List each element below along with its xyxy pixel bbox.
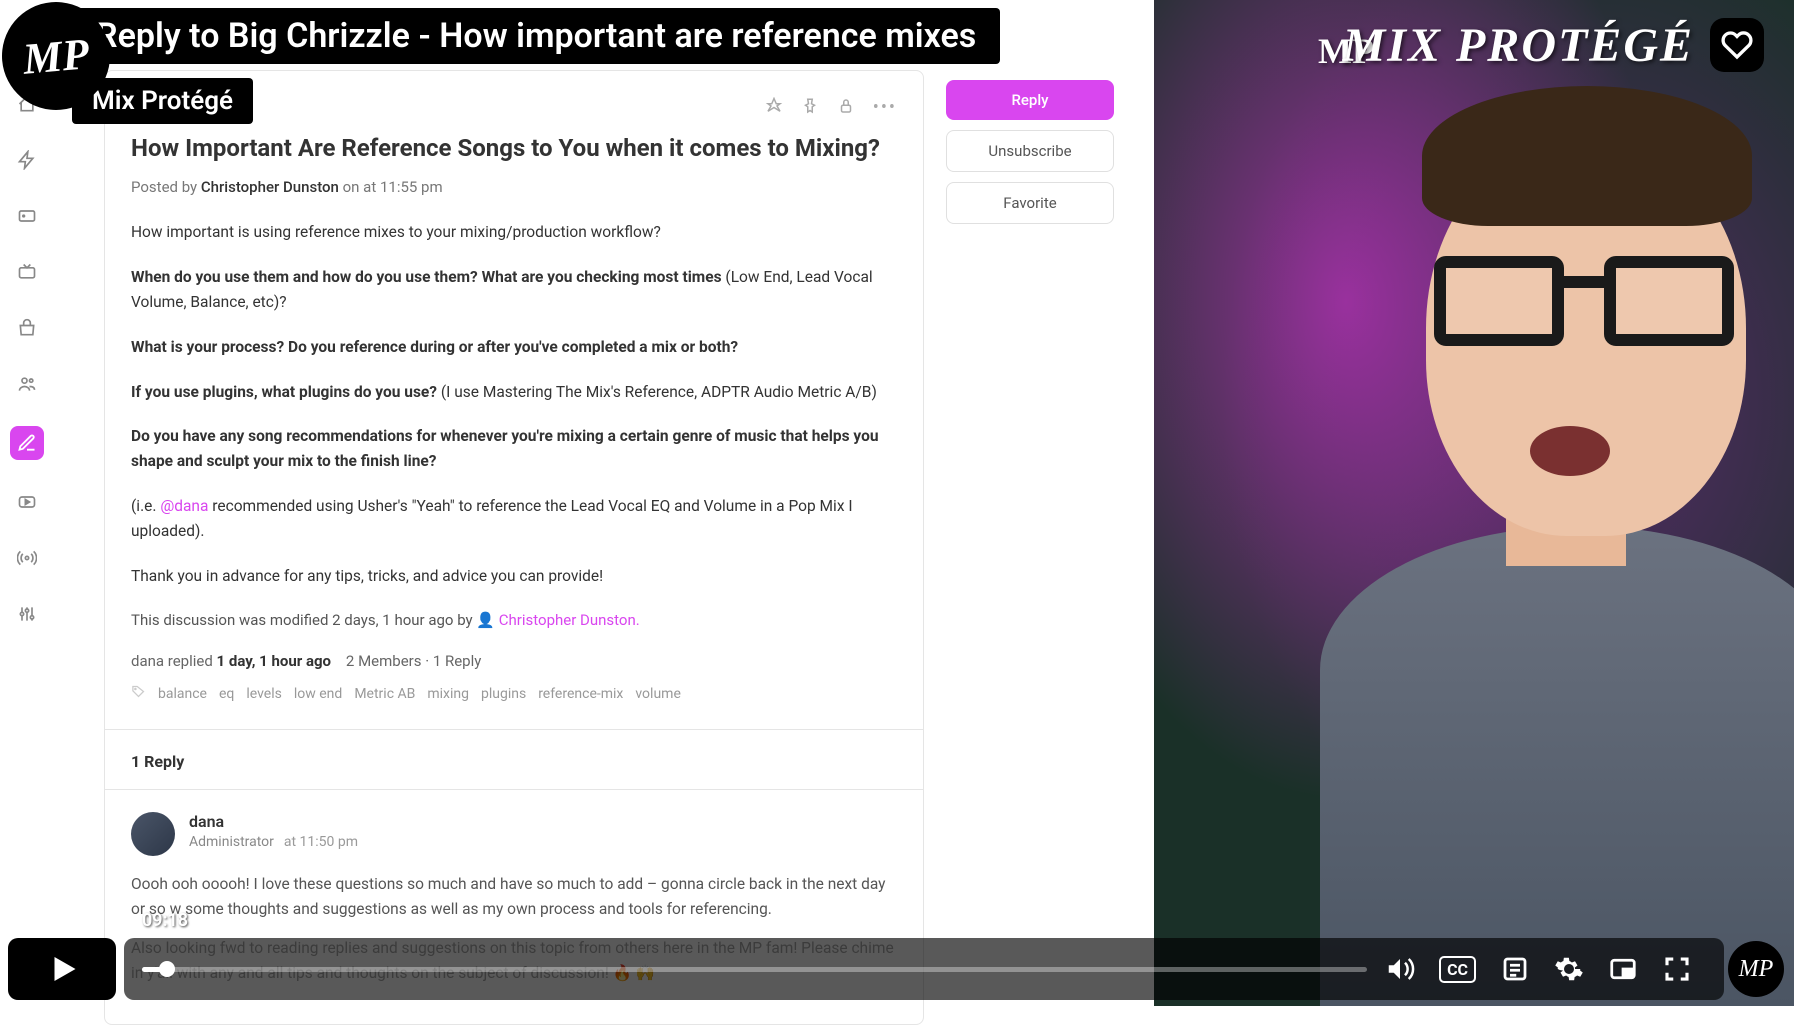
post-author[interactable]: Christopher Dunston [201,178,339,196]
tag[interactable]: volume [635,686,681,702]
pin-icon[interactable] [765,97,783,119]
reply-time: at 11:50 pm [284,834,358,850]
tag[interactable]: mixing [427,686,469,702]
nav-youtube-icon[interactable] [13,488,41,516]
tag[interactable]: balance [158,686,207,702]
nav-shop-icon[interactable] [13,314,41,342]
settings-icon[interactable] [1554,954,1584,984]
reply-role: Administrator [189,834,274,850]
tag[interactable]: Metric AB [354,686,415,702]
video-player-bar: 09:18 CC MP [0,932,1794,1006]
post-body: How important is using reference mixes t… [131,220,897,632]
reply-summary: dana replied 1 day, 1 hour ago 2 Members… [131,652,897,670]
reply-button[interactable]: Reply [946,80,1114,120]
watermark-text: MIX PROTÉGÉ [1343,18,1694,73]
pip-icon[interactable] [1608,954,1638,984]
tag[interactable]: reference-mix [538,686,623,702]
nav-broadcast-icon[interactable] [13,544,41,572]
nav-bolt-icon[interactable] [13,146,41,174]
post-meta: Posted by Christopher Dunston on at 11:5… [131,178,897,196]
tag[interactable]: eq [219,686,234,702]
nav-edit-icon[interactable] [10,426,44,460]
video-title-overlay: Reply to Big Chrizzle - How important ar… [72,8,1000,64]
like-button[interactable] [1710,18,1764,72]
nav-tv-icon[interactable] [13,258,41,286]
unpin-icon[interactable] [801,97,819,119]
player-brand-logo[interactable]: MP [1728,941,1784,997]
post-title: How Important Are Reference Songs to You… [131,132,897,164]
forum-top-actions: ••• [765,97,897,119]
tag-icon [131,684,146,703]
presenter-video [1154,0,1794,1006]
nav-video-icon[interactable] [13,202,41,230]
replies-heading: 1 Reply [131,730,897,789]
tag[interactable]: plugins [481,686,526,702]
lock-icon[interactable] [837,97,855,119]
captions-button[interactable]: CC [1439,956,1476,983]
fullscreen-icon[interactable] [1662,954,1692,984]
avatar[interactable] [131,812,175,856]
play-button[interactable] [8,938,116,1000]
nav-sliders-icon[interactable] [13,600,41,628]
action-column: Reply Unsubscribe Favorite [946,70,1114,1025]
unsubscribe-button[interactable]: Unsubscribe [946,130,1114,172]
mention-link[interactable]: @dana [160,497,208,515]
modified-author-link[interactable]: Christopher Dunston. [499,611,640,629]
progress-bar[interactable] [142,967,1367,972]
transcript-icon[interactable] [1500,954,1530,984]
favorite-button[interactable]: Favorite [946,182,1114,224]
sidebar-nav [0,0,54,1006]
tag[interactable]: low end [294,686,342,702]
reply-username[interactable]: dana [189,812,358,831]
forum-post-card: ••• Mixing How Important Are Reference S… [104,70,924,1025]
tags-row: balance eq levels low end Metric AB mixi… [131,684,897,703]
volume-icon[interactable] [1385,954,1415,984]
more-icon[interactable]: ••• [873,97,897,119]
nav-community-icon[interactable] [13,370,41,398]
tag[interactable]: levels [246,686,282,702]
current-time: 09:18 [142,910,188,931]
